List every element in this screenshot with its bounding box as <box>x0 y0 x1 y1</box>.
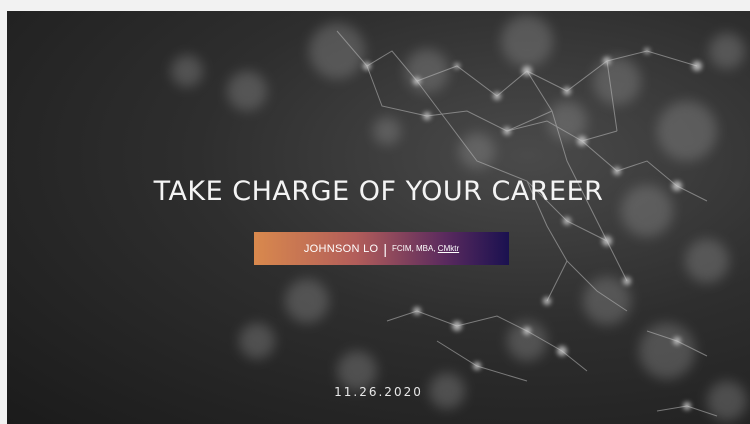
credentials-cmktr-link[interactable]: CMktr <box>438 244 459 253</box>
presenter-credentials: FCIM, MBA, CMktr <box>392 244 459 253</box>
slide-date: 11.26.2020 <box>334 385 423 399</box>
presenter-name: JOHNSON LO <box>303 242 379 255</box>
network-bokeh-background <box>171 15 747 421</box>
slide-title: TAKE CHARGE OF YOUR CAREER <box>153 176 604 207</box>
presenter-banner: JOHNSON LO | FCIM, MBA, CMktr <box>254 232 509 265</box>
credentials-prefix: FCIM, MBA, <box>392 244 438 253</box>
presenter-separator: | <box>383 240 388 257</box>
slide: TAKE CHARGE OF YOUR CAREER JOHNSON LO | … <box>7 11 750 424</box>
